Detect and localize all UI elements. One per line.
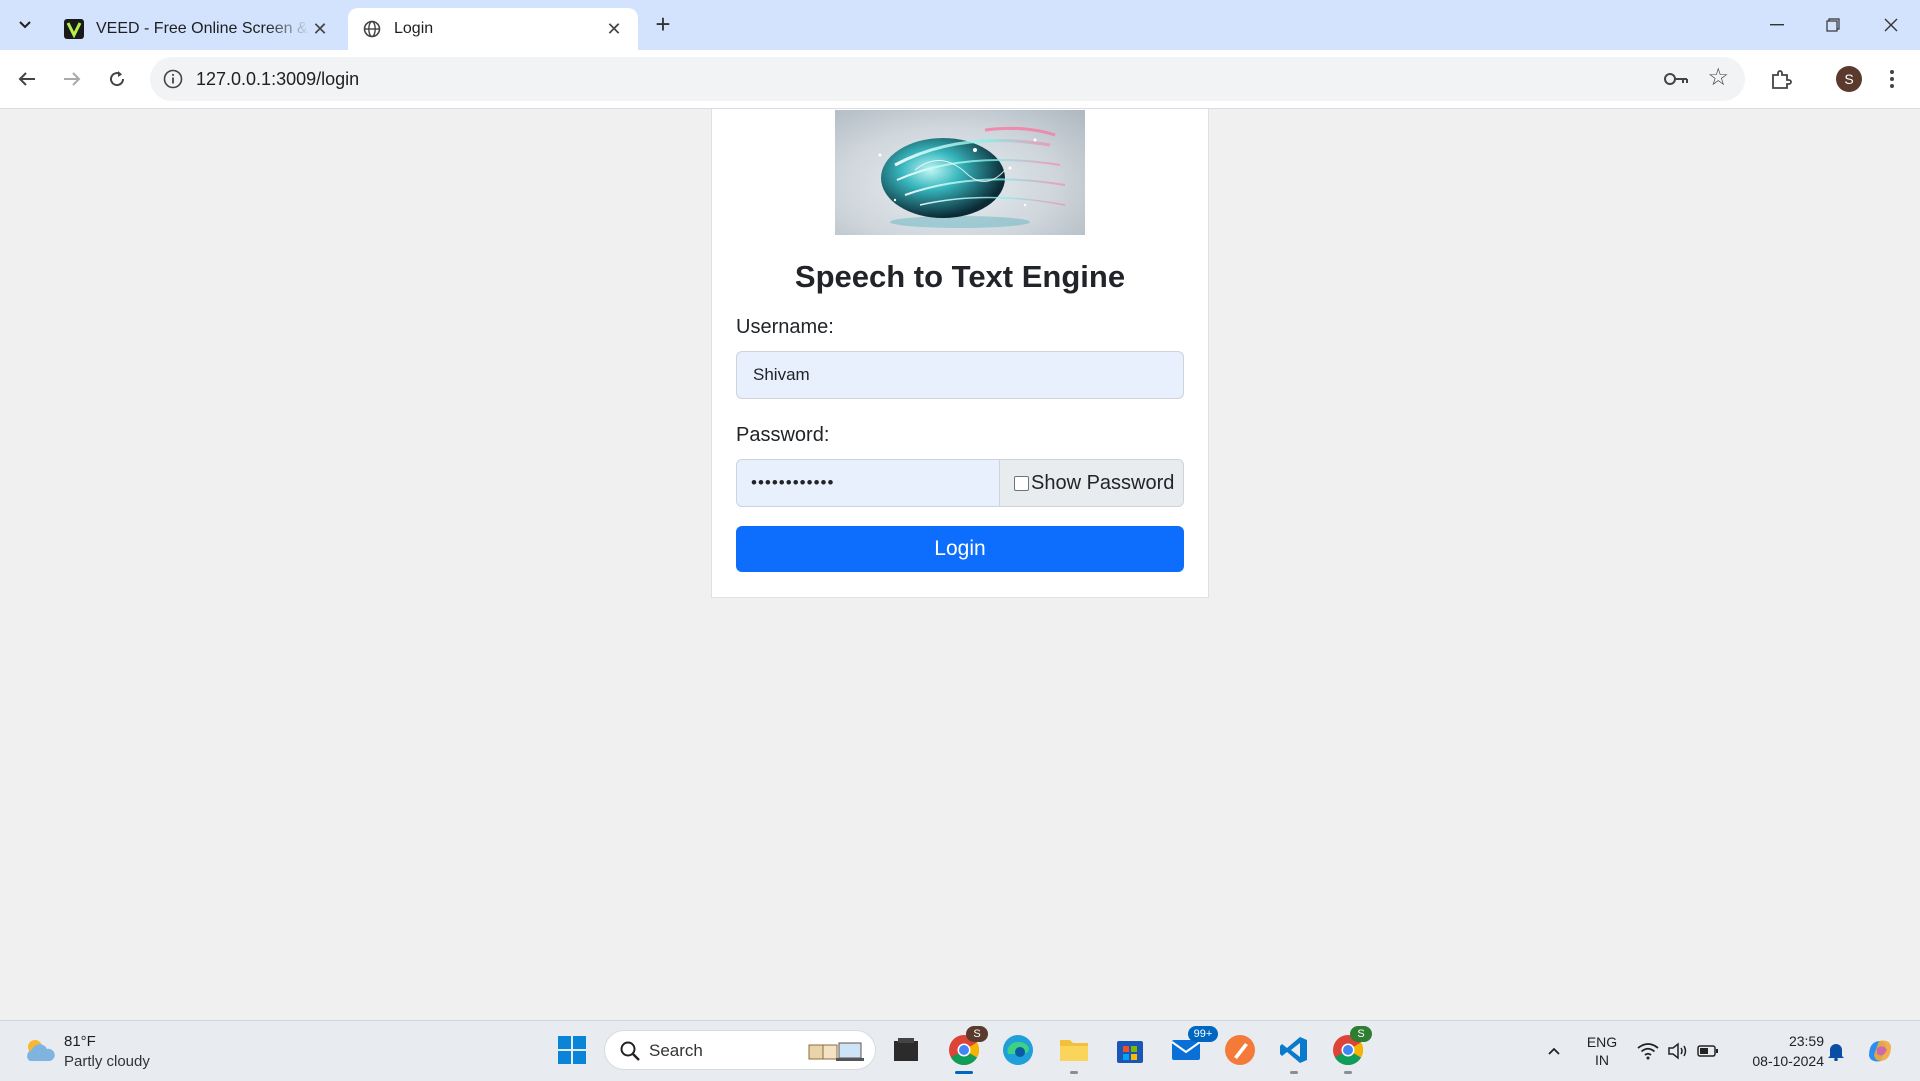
browser-tab-bar: VEED - Free Online Screen & Webcam Recor… <box>0 0 1920 50</box>
restore-icon[interactable] <box>1808 8 1858 42</box>
search-placeholder: Search <box>649 1041 703 1060</box>
copilot-icon[interactable] <box>1862 1021 1898 1081</box>
tab-veed[interactable]: VEED - Free Online Screen & Webcam Recor… <box>50 8 344 50</box>
terminal-app-icon[interactable] <box>886 1030 926 1070</box>
globe-icon <box>362 19 382 39</box>
login-card: Speech to Text Engine Username: Shivam P… <box>711 109 1209 598</box>
show-hidden-icons-chevron-icon[interactable] <box>1540 1021 1568 1081</box>
username-input[interactable]: Shivam <box>736 351 1184 399</box>
system-clock[interactable]: 23:59 08-10-2024 <box>1734 1031 1824 1071</box>
close-window-icon[interactable] <box>1866 8 1916 42</box>
region-code: IN <box>1595 1052 1609 1068</box>
active-app-indicator <box>955 1071 973 1074</box>
wifi-icon[interactable] <box>1634 1021 1662 1081</box>
page-title: Speech to Text Engine <box>794 259 1126 294</box>
clock-date: 08-10-2024 <box>1752 1053 1824 1069</box>
password-label: Password: <box>736 424 830 446</box>
microsoft-store-icon[interactable] <box>1110 1030 1150 1070</box>
chrome-profile-badge: S <box>966 1026 988 1042</box>
taskbar: 81°F Partly cloudy Search S 99+ S ENG IN… <box>0 1020 1920 1081</box>
search-icon <box>620 1041 640 1061</box>
url-text: 127.0.0.1:3009/login <box>196 69 360 89</box>
forward-arrow-icon[interactable] <box>55 62 89 96</box>
minimize-icon[interactable] <box>1752 8 1802 42</box>
veed-logo-icon <box>64 19 84 39</box>
weather-widget[interactable]: 81°F Partly cloudy <box>20 1031 200 1073</box>
show-password-checkbox[interactable] <box>1014 475 1029 491</box>
show-password-label: Show Password <box>1031 471 1175 494</box>
password-key-icon[interactable] <box>1663 67 1689 91</box>
drawing-app-icon[interactable] <box>1220 1030 1260 1070</box>
show-password-toggle[interactable]: Show Password <box>1000 459 1184 507</box>
tab-title: Login <box>394 20 434 37</box>
speech-engine-logo-image <box>835 110 1085 235</box>
password-input-group: •••••••••••• Show Password <box>736 459 1184 507</box>
running-app-indicator <box>1344 1071 1352 1074</box>
close-tab-icon[interactable]: ✕ <box>310 19 330 39</box>
mail-unread-badge: 99+ <box>1188 1026 1218 1042</box>
browser-menu-icon[interactable] <box>1876 63 1908 95</box>
tab-search-chevron-icon[interactable] <box>10 10 40 40</box>
running-app-indicator <box>1290 1071 1298 1074</box>
battery-icon[interactable] <box>1694 1021 1722 1081</box>
tab-title: VEED - Free Online Screen & Webcam Recor… <box>96 20 310 37</box>
windows-start-icon[interactable] <box>552 1030 592 1070</box>
close-tab-icon[interactable]: ✕ <box>604 19 624 39</box>
back-arrow-icon[interactable] <box>10 62 44 96</box>
search-highlight-books-icon <box>808 1042 864 1061</box>
password-input[interactable]: •••••••••••• <box>736 459 1000 507</box>
extensions-puzzle-icon[interactable] <box>1765 63 1797 95</box>
mail-app-icon[interactable]: 99+ <box>1166 1026 1218 1070</box>
page-content: Speech to Text Engine Username: Shivam P… <box>0 109 1920 1020</box>
chrome-app-icon[interactable]: S <box>944 1026 988 1074</box>
username-label: Username: <box>736 316 834 338</box>
address-bar[interactable]: 127.0.0.1:3009/login ☆ <box>150 57 1745 101</box>
running-app-indicator <box>1070 1071 1078 1074</box>
volume-icon[interactable] <box>1664 1021 1692 1081</box>
reload-icon[interactable] <box>100 62 134 96</box>
new-tab-icon[interactable]: + <box>650 11 676 38</box>
chrome-profile2-app-icon[interactable]: S <box>1328 1026 1372 1074</box>
site-info-icon[interactable] <box>162 68 184 90</box>
browser-toolbar: 127.0.0.1:3009/login ☆ <box>0 50 1920 109</box>
language-indicator[interactable]: ENG IN <box>1582 1033 1622 1069</box>
weather-temperature: 81°F <box>64 1033 96 1050</box>
clock-time: 23:59 <box>1788 1033 1824 1049</box>
profile-avatar[interactable]: S <box>1836 66 1862 92</box>
file-explorer-icon[interactable] <box>1054 1030 1094 1074</box>
taskbar-search-box[interactable]: Search <box>604 1030 876 1070</box>
vscode-app-icon[interactable] <box>1274 1030 1314 1074</box>
tab-login[interactable]: Login ✕ <box>348 8 638 50</box>
chrome-profile-badge: S <box>1350 1026 1372 1042</box>
edge-app-icon[interactable] <box>998 1030 1038 1070</box>
bookmark-star-icon[interactable]: ☆ <box>1707 63 1729 92</box>
partly-cloudy-icon <box>27 1040 55 1061</box>
weather-condition: Partly cloudy <box>64 1053 150 1070</box>
language-code: ENG <box>1586 1034 1618 1050</box>
login-button[interactable]: Login <box>736 526 1184 572</box>
notification-bell-icon[interactable] <box>1822 1021 1850 1081</box>
